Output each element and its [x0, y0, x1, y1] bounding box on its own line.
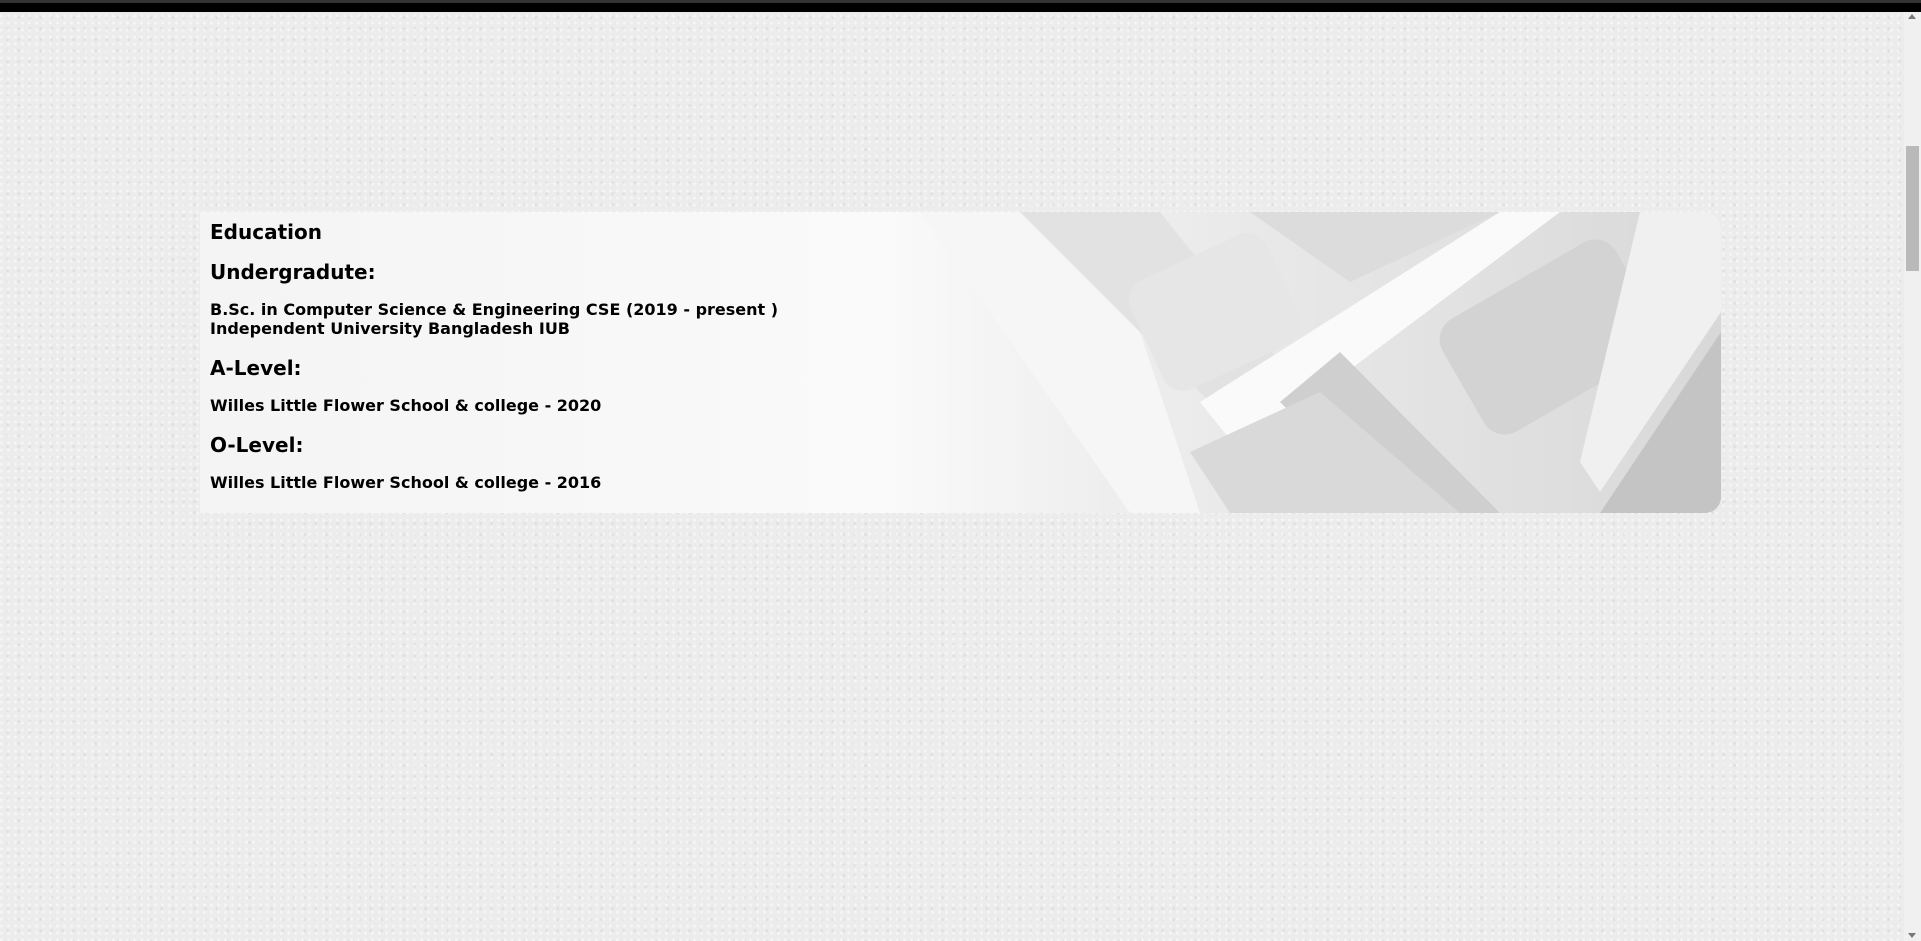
browser-top-bar: [0, 0, 1921, 12]
university-text: Independent University Bangladesh IUB: [210, 319, 570, 338]
scroll-down-arrow-icon[interactable]: [1908, 933, 1916, 938]
scroll-up-arrow-icon[interactable]: [1908, 14, 1916, 19]
undergraduate-details: B.Sc. in Computer Science & Engineering …: [210, 300, 778, 338]
o-level-details: Willes Little Flower School & college - …: [210, 473, 602, 492]
undergraduate-heading: Undergradute:: [210, 260, 376, 284]
scrollbar-thumb[interactable]: [1906, 146, 1919, 271]
education-content: Education Undergradute: B.Sc. in Compute…: [210, 220, 778, 510]
degree-text: B.Sc. in Computer Science & Engineering …: [210, 300, 779, 319]
vertical-scrollbar[interactable]: [1904, 12, 1921, 941]
a-level-details: Willes Little Flower School & college - …: [210, 396, 602, 415]
o-level-heading: O-Level:: [210, 433, 304, 457]
education-card: Education Undergradute: B.Sc. in Compute…: [200, 212, 1721, 513]
education-title: Education: [210, 220, 322, 244]
a-level-heading: A-Level:: [210, 356, 302, 380]
